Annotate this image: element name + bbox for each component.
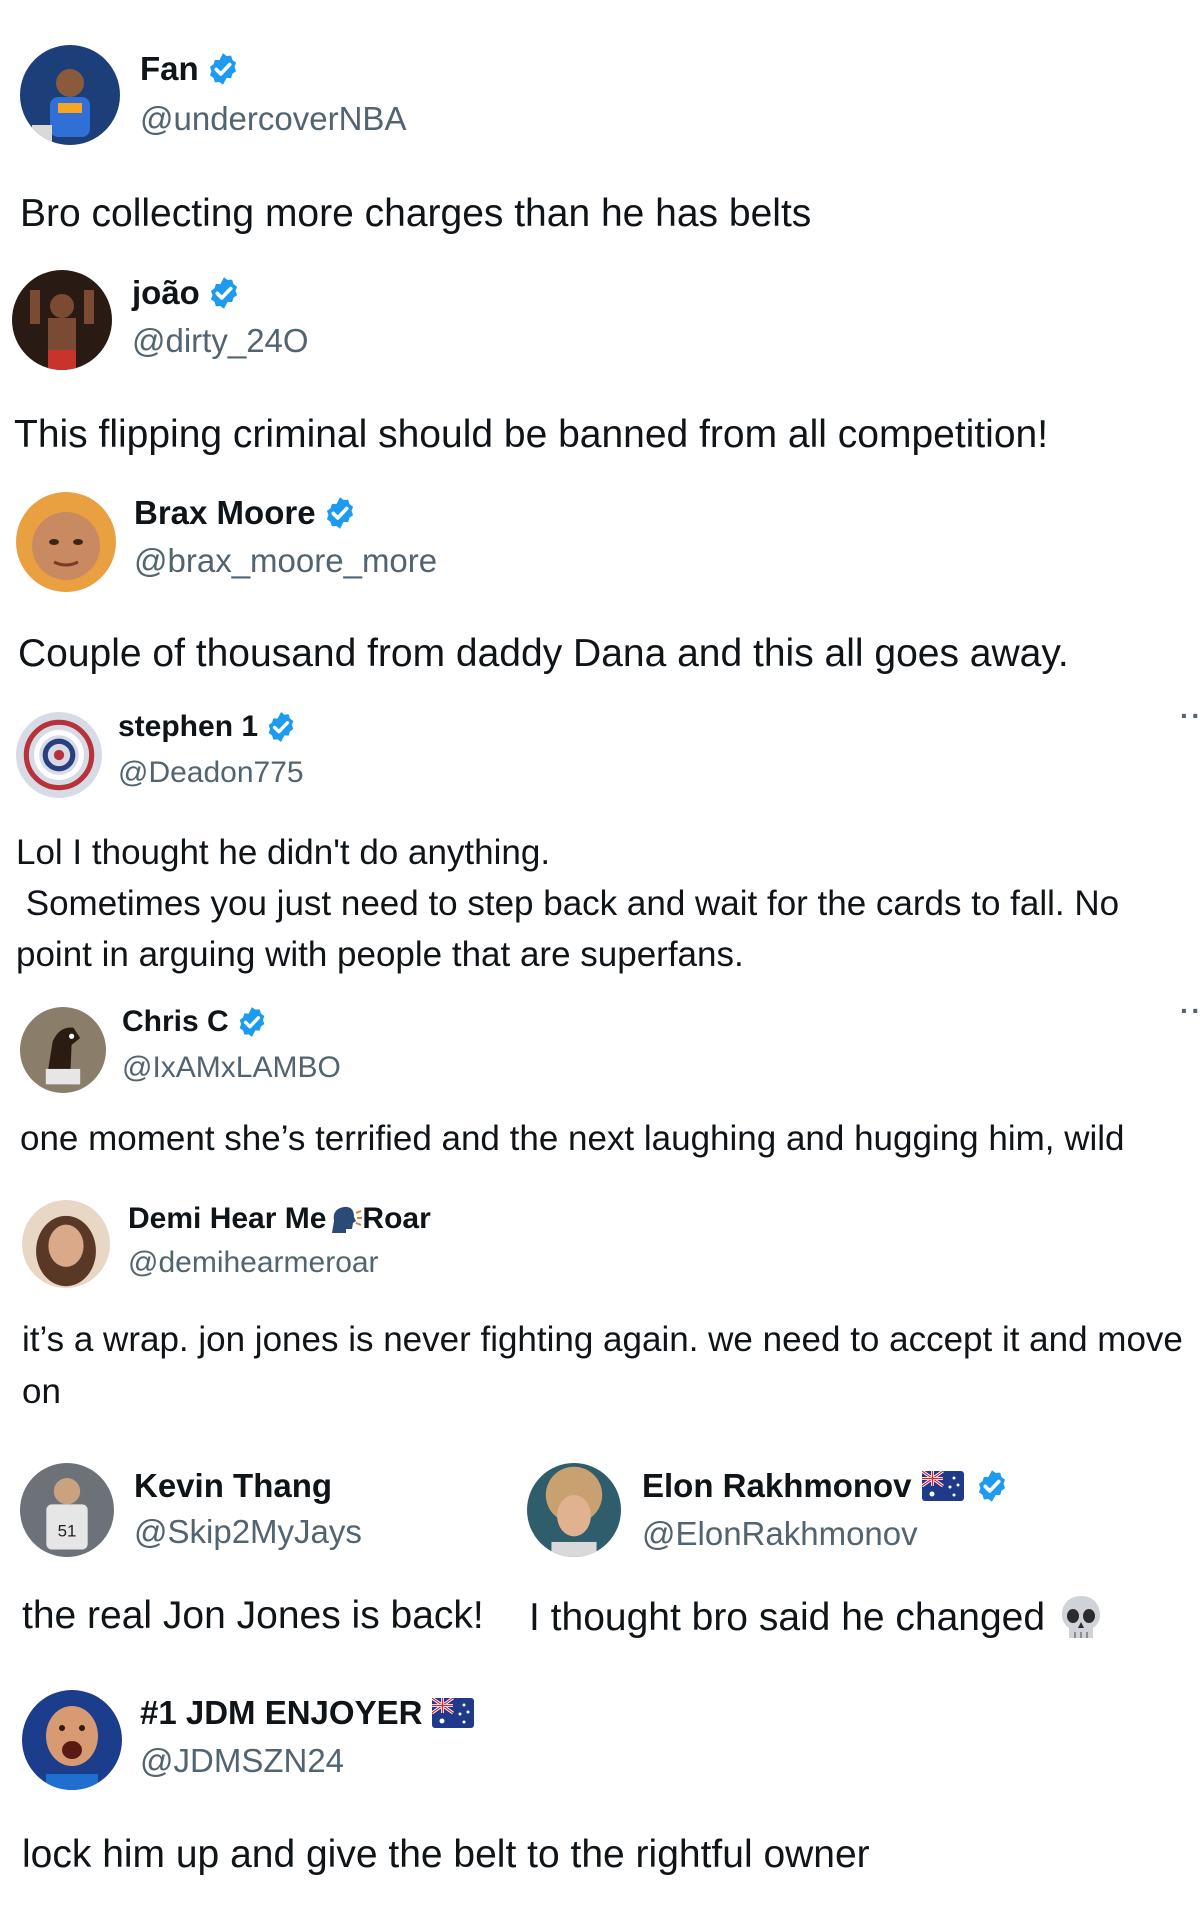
australia-flag-icon <box>921 1471 964 1501</box>
baseball-player-avatar-icon: 51 <box>20 1463 114 1557</box>
display-name[interactable]: Brax Moore <box>134 494 316 532</box>
reply-joao[interactable]: joão @dirty_24O This flipping criminal s… <box>0 260 1200 470</box>
curly-hair-avatar-icon <box>527 1463 621 1557</box>
avatar[interactable] <box>16 712 102 798</box>
australia-flag-icon <box>432 1698 475 1728</box>
user-handle[interactable]: @brax_moore_more <box>134 542 437 580</box>
reply-text-row: I thought bro said he changed <box>529 1589 1199 1648</box>
horse-avatar-icon <box>20 1007 106 1093</box>
avatar[interactable] <box>16 492 116 592</box>
verified-badge-icon <box>322 495 358 531</box>
avatar[interactable] <box>20 1007 106 1093</box>
verified-badge-icon <box>205 51 241 87</box>
verified-badge-icon <box>235 1005 269 1039</box>
avatar[interactable]: 51 <box>20 1463 114 1557</box>
reply-text: lock him up and give the belt to the rig… <box>22 1833 870 1876</box>
reply-stephen[interactable]: stephen 1 @Deadon775 ·· Lol I thought he… <box>0 700 1200 990</box>
swirl-flag-avatar-icon <box>16 712 102 798</box>
reply-text: Lol I thought he didn't do anything. Som… <box>16 833 1120 974</box>
basketball-player-avatar-icon <box>20 45 120 145</box>
avatar[interactable] <box>20 45 120 145</box>
reply-chris-c[interactable]: Chris C @IxAMxLAMBO ·· one moment she’s … <box>0 995 1200 1175</box>
shouting-man-avatar-icon <box>22 1690 122 1790</box>
display-name[interactable]: Elon Rakhmonov <box>642 1467 912 1505</box>
verified-badge-icon <box>264 710 298 744</box>
user-handle[interactable]: @IxAMxLAMBO <box>122 1051 341 1085</box>
speaking-head-icon <box>328 1203 363 1235</box>
avatar[interactable] <box>527 1463 621 1557</box>
user-handle[interactable]: @JDMSZN24 <box>140 1742 344 1780</box>
display-name-suffix[interactable]: Roar <box>362 1202 430 1236</box>
reply-elon-rakhmonov[interactable]: Elon Rakhmonov @ElonRakhmonov I thought … <box>515 1455 1200 1655</box>
svg-text:51: 51 <box>58 1521 77 1540</box>
woman-avatar-icon <box>22 1200 110 1288</box>
bald-man-avatar-icon <box>16 492 116 592</box>
display-name[interactable]: Kevin Thang <box>134 1467 332 1505</box>
reply-text: I thought bro said he changed <box>529 1596 1046 1639</box>
reply-text: one moment she’s terrified and the next … <box>20 1119 1125 1158</box>
display-name[interactable]: joão <box>132 274 200 312</box>
verified-badge-icon <box>206 275 242 311</box>
display-name[interactable]: Demi Hear Me <box>128 1202 326 1236</box>
more-options-button[interactable]: ·· <box>1180 700 1200 732</box>
reply-text: This flipping criminal should be banned … <box>14 413 1049 456</box>
reply-fan[interactable]: Fan @undercoverNBA Bro collecting more c… <box>0 0 1200 240</box>
display-name[interactable]: stephen 1 <box>118 710 258 744</box>
more-options-button[interactable]: ·· <box>1180 995 1200 1027</box>
display-name[interactable]: Chris C <box>122 1005 229 1039</box>
avatar[interactable] <box>22 1690 122 1790</box>
reply-text: it’s a wrap. jon jones is never fighting… <box>22 1320 1193 1411</box>
avatar[interactable] <box>12 270 112 370</box>
user-handle[interactable]: @Deadon775 <box>118 756 304 790</box>
user-handle[interactable]: @demihearmeroar <box>128 1246 379 1280</box>
reply-text: the real Jon Jones is back! <box>22 1594 484 1637</box>
user-handle[interactable]: @undercoverNBA <box>140 100 406 138</box>
user-handle[interactable]: @dirty_24O <box>132 322 309 360</box>
user-handle[interactable]: @Skip2MyJays <box>134 1513 362 1551</box>
reply-kevin-thang[interactable]: 51 Kevin Thang @Skip2MyJays the real Jon… <box>0 1455 510 1655</box>
skull-icon <box>1059 1594 1103 1642</box>
verified-badge-icon <box>974 1468 1010 1504</box>
display-name[interactable]: #1 JDM ENJOYER <box>140 1694 422 1732</box>
reply-text: Couple of thousand from daddy Dana and t… <box>18 632 1069 675</box>
reply-brax-moore[interactable]: Brax Moore @brax_moore_more Couple of th… <box>0 480 1200 690</box>
fighter-avatar-icon <box>12 270 112 370</box>
display-name[interactable]: Fan <box>140 50 199 88</box>
reply-jdm-enjoyer[interactable]: #1 JDM ENJOYER @JDMSZN24 lock him up and… <box>0 1680 1200 1920</box>
avatar[interactable] <box>22 1200 110 1288</box>
reply-demi[interactable]: Demi Hear Me Roar @demihearmeroar it’s a… <box>0 1190 1200 1430</box>
user-handle[interactable]: @ElonRakhmonov <box>642 1515 918 1553</box>
reply-text: Bro collecting more charges than he has … <box>20 192 812 235</box>
